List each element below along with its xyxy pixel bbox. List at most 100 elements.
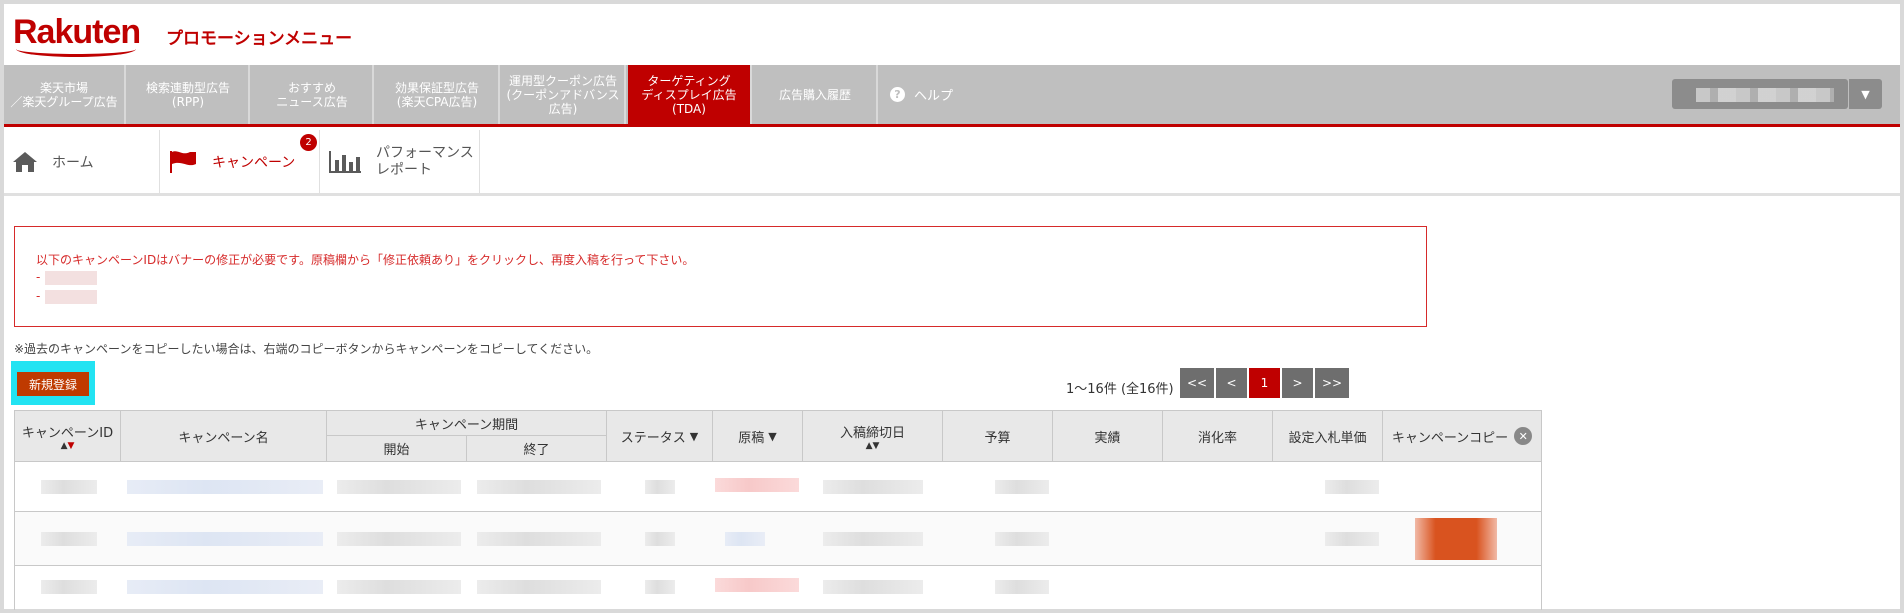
deadline-cell: [823, 480, 923, 494]
filter-icon[interactable]: ▼: [768, 430, 776, 443]
alert-bullet-1: -: [36, 270, 40, 284]
th-deadline-label: 入稿締切日: [839, 425, 905, 441]
subnav-home[interactable]: ホーム: [4, 130, 160, 193]
th-campaign-name: キャンペーン名: [121, 410, 327, 462]
subnav-home-label: ホーム: [52, 154, 94, 171]
start-date-cell: [337, 580, 461, 594]
status-cell: [645, 480, 675, 494]
page-last-button[interactable]: >>: [1315, 368, 1349, 398]
tab-cpa[interactable]: 効果保証型広告 (楽天CPA広告): [376, 65, 500, 124]
campaign-id-cell: [41, 532, 97, 546]
copy-campaign-button[interactable]: [1415, 518, 1497, 560]
copy-note: ※過去のキャンペーンをコピーしたい場合は、右端のコピーボタンからキャンペーンをコ…: [14, 342, 599, 356]
sort-down-icon[interactable]: ▼: [873, 441, 880, 451]
th-campaign-id-label: キャンペーンID: [21, 425, 114, 441]
campaign-name-link[interactable]: [127, 480, 323, 494]
sort-arrows-icon[interactable]: ▲▼: [866, 441, 880, 451]
end-date-cell: [477, 532, 601, 546]
deadline-cell: [823, 532, 923, 546]
alert-box: 以下のキャンペーンIDはバナーの修正が必要です。原稿欄から「修正依頼あり」をクリ…: [14, 226, 1427, 327]
campaign-id-cell: [41, 480, 97, 494]
tab-purchase-history[interactable]: 広告購入履歴: [754, 65, 878, 124]
help-link[interactable]: ? ヘルプ: [890, 65, 953, 124]
top-nav: 楽天市場 ／楽天グループ広告 検索連動型広告 (RPP) おすすめ ニュース広告…: [4, 65, 1900, 127]
th-status[interactable]: ステータス ▼: [607, 410, 713, 462]
draft-link[interactable]: [725, 532, 765, 546]
status-cell: [645, 580, 675, 594]
table-row: [15, 512, 1541, 566]
th-bid: 設定入札単価: [1273, 410, 1383, 462]
redacted-campaign-id-1[interactable]: [45, 271, 97, 285]
budget-cell: [995, 480, 1049, 494]
campaign-name-link[interactable]: [127, 532, 323, 546]
th-draft[interactable]: 原稿 ▼: [713, 410, 803, 462]
page-current[interactable]: 1: [1249, 368, 1280, 398]
tab-coupon-advance[interactable]: 運用型クーポン広告 (クーポンアドバンス 広告): [502, 65, 626, 124]
filter-icon[interactable]: ▼: [690, 430, 698, 443]
tab-tda[interactable]: ターゲティング ディスプレイ広告 (TDA): [628, 65, 752, 124]
th-campaign-id[interactable]: キャンペーンID ▲▼: [15, 410, 121, 462]
logo-swoosh: [16, 49, 136, 57]
campaign-name-link[interactable]: [127, 580, 323, 594]
close-icon[interactable]: ✕: [1514, 427, 1533, 445]
start-date-cell: [337, 480, 461, 494]
help-label: ヘルプ: [914, 89, 954, 104]
th-draft-label: 原稿: [738, 430, 765, 446]
sort-arrows-icon[interactable]: ▲▼: [61, 441, 75, 451]
campaign-table: キャンペーンID ▲▼ キャンペーン名 キャンペーン期間 開始 終了 ステータス…: [14, 410, 1542, 610]
end-date-cell: [477, 580, 601, 594]
th-campaign-copy: キャンペーンコピー ✕: [1383, 410, 1541, 462]
tab-rakuten-ichiba[interactable]: 楽天市場 ／楽天グループ広告: [4, 65, 126, 124]
alert-message: 以下のキャンペーンIDはバナーの修正が必要です。原稿欄から「修正依頼あり」をクリ…: [36, 253, 695, 267]
new-campaign-button[interactable]: 新規登録: [17, 372, 89, 396]
end-date-cell: [477, 480, 601, 494]
subnav-campaign[interactable]: キャンペーン 2: [160, 130, 320, 193]
chevron-down-icon: ▼: [1861, 87, 1870, 101]
page-first-button[interactable]: <<: [1180, 368, 1214, 398]
th-end: 終了: [467, 436, 607, 462]
status-cell: [645, 532, 675, 546]
budget-cell: [995, 580, 1049, 594]
th-consumption: 消化率: [1163, 410, 1273, 462]
table-row: [15, 462, 1541, 512]
th-copy-label: キャンペーンコピー: [1391, 430, 1509, 446]
sort-up-icon[interactable]: ▲: [866, 441, 873, 451]
th-start: 開始: [327, 436, 467, 462]
result-count: 1〜16件 (全16件): [1066, 382, 1174, 397]
draft-fix-link[interactable]: [715, 478, 799, 492]
rakuten-logo[interactable]: Rakuten: [13, 12, 141, 52]
start-date-cell: [337, 532, 461, 546]
table-row: [15, 566, 1541, 610]
account-dropdown-button[interactable]: ▼: [1848, 79, 1882, 109]
bar-chart-icon: [328, 150, 362, 174]
sort-up-icon[interactable]: ▲: [61, 441, 68, 451]
notification-badge: 2: [300, 134, 317, 151]
draft-fix-link[interactable]: [715, 578, 799, 592]
flag-icon: [168, 150, 198, 174]
help-icon: ?: [890, 87, 905, 102]
th-deadline[interactable]: 入稿締切日 ▲▼: [803, 410, 943, 462]
page-prev-button[interactable]: <: [1216, 368, 1247, 398]
new-button-highlight: 新規登録: [11, 361, 95, 405]
th-actual: 実績: [1053, 410, 1163, 462]
account-select[interactable]: [1672, 79, 1848, 109]
campaign-id-cell: [41, 580, 97, 594]
alert-bullet-2: -: [36, 289, 40, 303]
th-budget: 予算: [943, 410, 1053, 462]
subnav-campaign-label: キャンペーン: [212, 154, 296, 171]
bullet-dash: -: [36, 270, 41, 284]
tab-rpp[interactable]: 検索連動型広告 (RPP): [128, 65, 250, 124]
th-campaign-period: キャンペーン期間: [327, 410, 607, 436]
header: Rakuten プロモーションメニュー: [4, 4, 1900, 65]
pagination: << < 1 > >>: [1180, 368, 1349, 398]
deadline-cell: [823, 580, 923, 594]
tab-news-ad[interactable]: おすすめ ニュース広告: [252, 65, 374, 124]
th-status-label: ステータス: [620, 430, 686, 446]
subnav-performance-label: パフォーマンス レポート: [376, 144, 474, 178]
app-title: プロモーションメニュー: [166, 29, 353, 49]
account-name-redacted: [1696, 88, 1834, 102]
sort-down-icon[interactable]: ▼: [68, 441, 75, 451]
redacted-campaign-id-2[interactable]: [45, 290, 97, 304]
page-next-button[interactable]: >: [1282, 368, 1313, 398]
subnav-performance-report[interactable]: パフォーマンス レポート: [320, 130, 480, 193]
